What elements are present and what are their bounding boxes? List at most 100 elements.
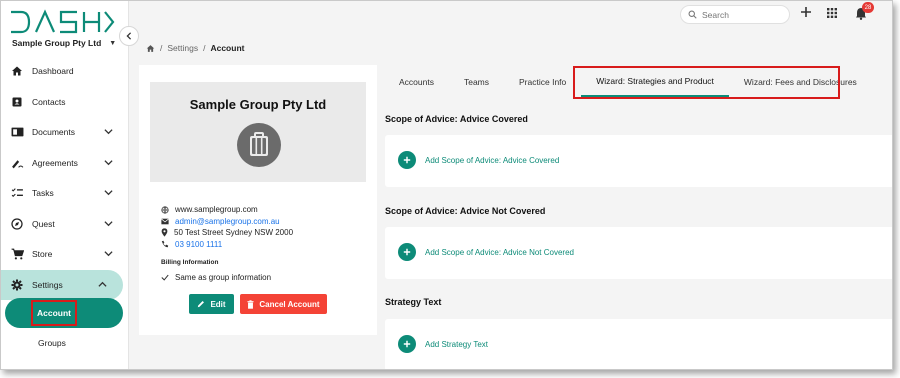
email-link[interactable]: admin@samplegroup.com.au xyxy=(175,217,280,226)
add-advice-covered-button[interactable]: Add Scope of Advice: Advice Covered xyxy=(398,151,559,169)
tab-wizard-fees[interactable]: Wizard: Fees and Disclosures xyxy=(729,67,872,97)
home-icon[interactable] xyxy=(146,44,155,53)
account-name: Sample Group Pty Ltd xyxy=(189,97,327,112)
website-text: www.samplegroup.com xyxy=(175,205,258,215)
edit-button[interactable]: Edit xyxy=(189,294,234,314)
section-title-advice-covered: Scope of Advice: Advice Covered xyxy=(385,114,528,124)
documents-icon xyxy=(10,125,24,139)
collapse-sidebar-button[interactable] xyxy=(119,26,139,46)
chevron-down-icon[interactable] xyxy=(104,249,113,258)
tab-practice-info[interactable]: Practice Info xyxy=(504,67,581,97)
sidebar-item-label: Dashboard xyxy=(32,66,74,77)
chevron-down-icon[interactable] xyxy=(104,158,113,167)
address-row: 50 Test Street Sydney NSW 2000 xyxy=(161,227,293,239)
phone-link[interactable]: 03 9100 1111 xyxy=(175,240,222,249)
sidebar-subitem-account[interactable]: Account xyxy=(31,300,77,326)
edit-button-label: Edit xyxy=(210,299,226,309)
home-icon xyxy=(10,64,24,78)
trash-icon xyxy=(247,299,254,309)
add-circle-icon xyxy=(398,243,416,261)
add-circle-icon xyxy=(398,335,416,353)
breadcrumb: / Settings / Account xyxy=(146,43,244,53)
apps-grid-icon[interactable] xyxy=(827,8,837,18)
chevron-down-icon[interactable] xyxy=(104,127,113,136)
search-icon xyxy=(688,10,697,19)
notification-badge: 28 xyxy=(862,2,874,13)
address-text: 50 Test Street Sydney NSW 2000 xyxy=(174,228,294,238)
chevron-left-icon xyxy=(126,32,132,40)
sidebar-item-agreements[interactable]: Agreements xyxy=(1,148,129,179)
sidebar-item-documents[interactable]: Documents xyxy=(1,117,129,148)
section-advice-not-covered: Add Scope of Advice: Advice Not Covered xyxy=(385,227,892,279)
cart-icon xyxy=(10,247,24,261)
add-advice-not-covered-label: Add Scope of Advice: Advice Not Covered xyxy=(425,247,574,257)
phone-row: 03 9100 1111 xyxy=(161,239,293,251)
billing-info-row: Same as group information xyxy=(161,273,271,282)
search-input[interactable] xyxy=(702,9,782,20)
top-bar: 28 xyxy=(130,1,892,29)
sidebar-item-label: Store xyxy=(32,249,53,260)
section-title-strategy-text: Strategy Text xyxy=(385,297,442,307)
checklist-icon xyxy=(10,186,24,200)
compass-icon xyxy=(10,217,24,231)
add-icon[interactable] xyxy=(800,6,812,18)
app-window: Sample Group Pty Ltd ▼ Dashboard Contact… xyxy=(0,0,893,370)
add-strategy-text-button[interactable]: Add Strategy Text xyxy=(398,335,488,353)
chevron-up-icon[interactable] xyxy=(98,280,107,289)
sidebar-item-tasks[interactable]: Tasks xyxy=(1,178,129,209)
pencil-icon xyxy=(198,301,205,308)
account-card: Sample Group Pty Ltd www.samplegroup.com… xyxy=(139,65,377,335)
cancel-account-button[interactable]: Cancel Account xyxy=(240,294,327,314)
sidebar-item-label: Documents xyxy=(32,127,75,138)
add-strategy-text-label: Add Strategy Text xyxy=(425,339,488,349)
settings-tabs: Accounts Teams Practice Info Wizard: Str… xyxy=(384,67,872,97)
email-icon xyxy=(161,218,169,225)
org-name: Sample Group Pty Ltd xyxy=(12,38,102,48)
gear-icon xyxy=(10,278,24,292)
sidebar-item-settings[interactable]: Settings xyxy=(1,269,123,300)
sidebar-item-store[interactable]: Store xyxy=(1,239,129,270)
caret-down-icon: ▼ xyxy=(109,39,117,47)
tab-accounts[interactable]: Accounts xyxy=(384,67,449,97)
sidebar-item-label: Tasks xyxy=(32,188,54,199)
signature-icon xyxy=(10,156,24,170)
website-row: www.samplegroup.com xyxy=(161,204,293,216)
add-advice-not-covered-button[interactable]: Add Scope of Advice: Advice Not Covered xyxy=(398,243,574,261)
briefcase-icon xyxy=(237,123,281,167)
dash-logo xyxy=(11,9,115,34)
sidebar-item-label: Agreements xyxy=(32,157,78,168)
email-row: admin@samplegroup.com.au xyxy=(161,216,293,228)
sidebar-item-label: Settings xyxy=(32,279,63,290)
cancel-account-label: Cancel Account xyxy=(259,299,320,309)
billing-info-heading: Billing Information xyxy=(161,259,219,266)
search-box[interactable] xyxy=(680,5,790,24)
tab-wizard-strategies[interactable]: Wizard: Strategies and Product xyxy=(581,67,729,97)
chevron-down-icon[interactable] xyxy=(104,188,113,197)
breadcrumb-separator: / xyxy=(203,43,206,53)
billing-info-value: Same as group information xyxy=(175,273,272,282)
section-advice-covered: Add Scope of Advice: Advice Covered xyxy=(385,135,892,187)
globe-icon xyxy=(161,206,169,214)
tab-teams[interactable]: Teams xyxy=(449,67,504,97)
chevron-down-icon[interactable] xyxy=(104,219,113,228)
org-switcher[interactable]: Sample Group Pty Ltd ▼ xyxy=(12,38,116,48)
location-pin-icon xyxy=(161,228,168,237)
breadcrumb-separator: / xyxy=(160,43,163,53)
sidebar-subitem-groups[interactable]: Groups xyxy=(38,338,66,348)
sidebar-item-quest[interactable]: Quest xyxy=(1,209,129,240)
contact-card-icon xyxy=(10,95,24,109)
add-advice-covered-label: Add Scope of Advice: Advice Covered xyxy=(425,155,560,165)
sidebar-item-label: Quest xyxy=(32,218,55,229)
section-title-advice-not-covered: Scope of Advice: Advice Not Covered xyxy=(385,206,546,216)
breadcrumb-current: Account xyxy=(210,43,245,53)
add-circle-icon xyxy=(398,151,416,169)
sidebar-nav: Dashboard Contacts Documents Agreements … xyxy=(1,56,129,300)
sidebar-item-contacts[interactable]: Contacts xyxy=(1,87,129,118)
breadcrumb-settings[interactable]: Settings xyxy=(167,43,198,53)
section-strategy-text: Add Strategy Text xyxy=(385,319,892,369)
phone-icon xyxy=(161,241,169,248)
sidebar-item-dashboard[interactable]: Dashboard xyxy=(1,56,129,87)
sidebar-item-label: Contacts xyxy=(32,96,66,107)
account-card-header: Sample Group Pty Ltd xyxy=(150,82,366,182)
check-icon xyxy=(161,274,169,281)
